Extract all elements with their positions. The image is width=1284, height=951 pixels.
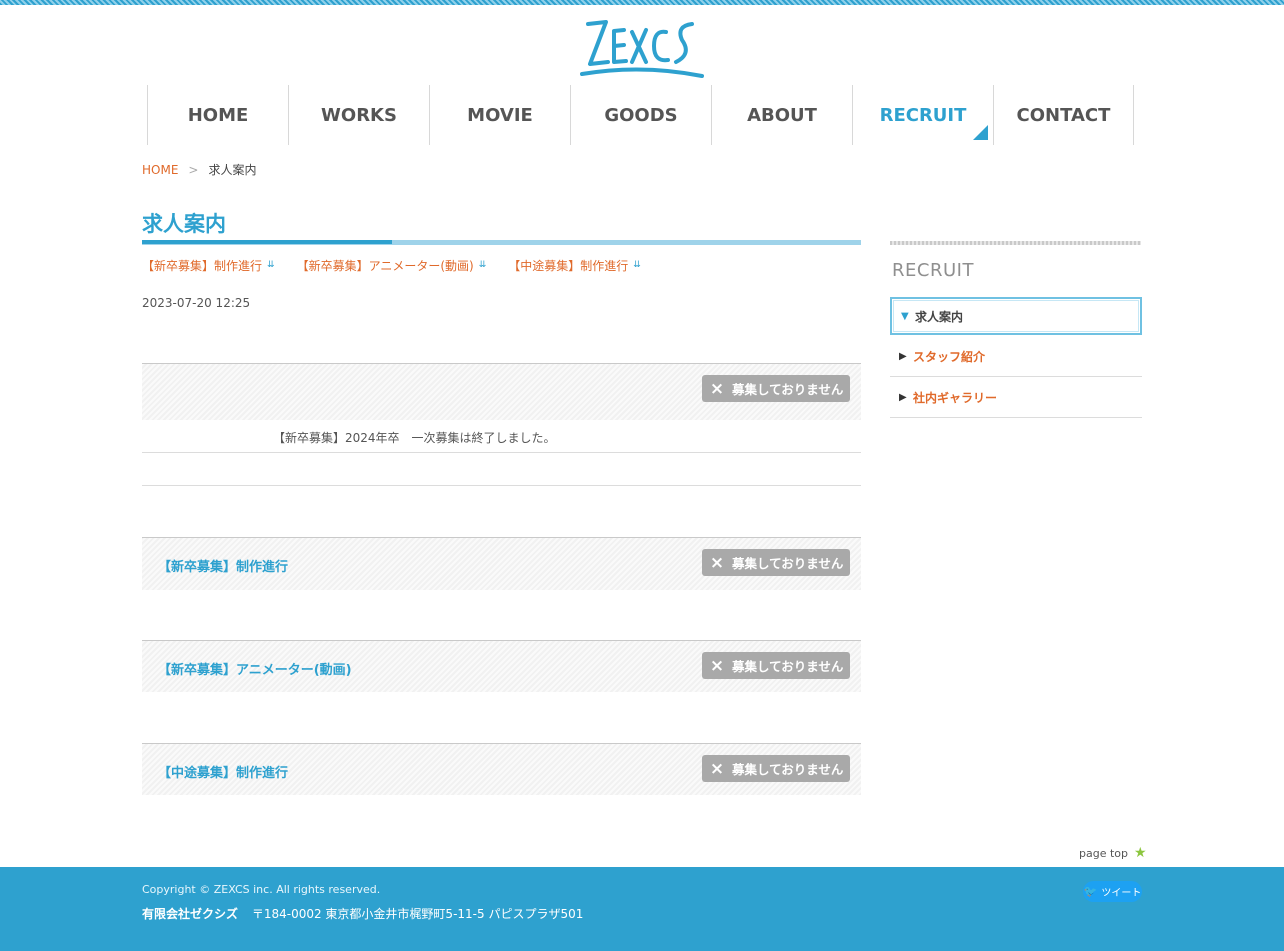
status-badge: × 募集しておりません [702,375,850,402]
double-down-arrow-icon: ⇊ [478,260,487,270]
star-icon: ★ [1134,845,1147,861]
status-badge: × 募集しておりません [702,755,850,782]
title-underline [142,240,861,245]
anchor-link-new-grad-animator[interactable]: 【新卒募集】アニメーター(動画) ⇊ [297,257,487,274]
nav-works[interactable]: WORKS [288,85,429,145]
zexcs-logo[interactable] [578,14,706,84]
sidebar-heading: RECRUIT [892,260,974,281]
close-icon: × [709,655,725,676]
nav-movie[interactable]: MOVIE [429,85,570,145]
sidebar-item-label: 社内ギャラリー [913,391,998,405]
sidebar-item-gallery[interactable]: ▶ 社内ギャラリー [890,378,1142,418]
job-section-mid-career-production: 【中途募集】制作進行 × 募集しておりません [142,743,861,795]
status-badge-label: 募集しておりません [732,659,844,674]
notice-row: 【新卒募集】2024年卒 一次募集は終了しました。 [142,420,861,453]
post-date: 2023-07-20 12:25 [142,296,251,310]
copyright: Copyright © ZEXCS inc. All rights reserv… [142,883,381,896]
top-stripe [0,0,1284,5]
sidebar-top-rule [890,241,1141,245]
breadcrumb-current: 求人案内 [208,163,257,177]
nav-home[interactable]: HOME [147,85,288,145]
empty-row [142,453,861,486]
footer: Copyright © ZEXCS inc. All rights reserv… [0,867,1284,951]
status-badge: × 募集しておりません [702,549,850,576]
job-section-new-grad-production: 【新卒募集】制作進行 × 募集しておりません [142,537,861,590]
breadcrumb: HOME > 求人案内 [142,161,256,178]
nav-recruit-label: RECRUIT [879,104,967,126]
status-badge-label: 募集しておりません [732,382,844,397]
main-nav: HOME WORKS MOVIE GOODS ABOUT RECRUIT CON… [147,85,1134,145]
sidebar-item-label: 求人案内 [915,309,964,324]
nav-contact[interactable]: CONTACT [993,85,1134,145]
tweet-label: ツイート [1101,888,1142,899]
page-title: 求人案内 [142,212,226,236]
notice-section-header: × 募集しておりません [142,363,861,420]
anchor-label: 【中途募集】制作進行 [508,259,629,273]
status-badge: × 募集しておりません [702,652,850,679]
sidebar-item-staff[interactable]: ▶ スタッフ紹介 [890,337,1142,377]
tweet-button[interactable]: 🐦 ツイート [1083,881,1142,902]
nav-recruit[interactable]: RECRUIT [852,85,993,145]
breadcrumb-separator: > [188,162,199,177]
nav-goods[interactable]: GOODS [570,85,711,145]
double-down-arrow-icon: ⇊ [633,260,641,270]
close-icon: × [709,552,725,573]
company-address: 〒184-0002 東京都小金井市梶野町5-11-5 パピスプラザ501 [251,907,584,921]
double-down-arrow-icon: ⇊ [267,260,275,270]
job-section-title: 【中途募集】制作進行 [158,766,289,781]
company-name: 有限会社ゼクシズ [142,907,239,921]
company-info: 有限会社ゼクシズ 〒184-0002 東京都小金井市梶野町5-11-5 パピスプ… [142,905,583,922]
breadcrumb-home-link[interactable]: HOME [142,163,178,177]
close-icon: × [709,378,725,399]
anchor-label: 【新卒募集】制作進行 [142,259,263,273]
job-section-title: 【新卒募集】アニメーター(動画) [158,663,352,678]
nav-about[interactable]: ABOUT [711,85,852,145]
anchor-label: 【新卒募集】アニメーター(動画) [296,259,474,273]
close-icon: × [709,758,725,779]
anchor-link-new-grad-production[interactable]: 【新卒募集】制作進行 ⇊ [142,257,275,274]
triangle-down-icon: ▼ [901,310,909,322]
job-section-new-grad-animator: 【新卒募集】アニメーター(動画) × 募集しておりません [142,640,861,692]
status-badge-label: 募集しておりません [732,762,844,777]
status-badge-label: 募集しておりません [732,556,844,571]
job-section-title: 【新卒募集】制作進行 [158,560,289,575]
page-top-label: page top [1079,846,1128,860]
sidebar-item-job-info[interactable]: ▼ 求人案内 [890,297,1142,335]
sidebar-item-label: スタッフ紹介 [913,350,986,364]
triangle-right-icon: ▶ [899,392,907,403]
page-top-link[interactable]: page top ★ [1079,845,1147,861]
anchor-link-mid-career-production[interactable]: 【中途募集】制作進行 ⇊ [508,257,641,274]
active-corner-indicator [973,125,988,140]
triangle-right-icon: ▶ [899,351,907,362]
twitter-bird-icon: 🐦 [1083,885,1098,898]
section-anchor-links: 【新卒募集】制作進行 ⇊ 【新卒募集】アニメーター(動画) ⇊ 【中途募集】制作… [142,257,663,274]
notice-text: 【新卒募集】2024年卒 一次募集は終了しました。 [273,431,556,445]
